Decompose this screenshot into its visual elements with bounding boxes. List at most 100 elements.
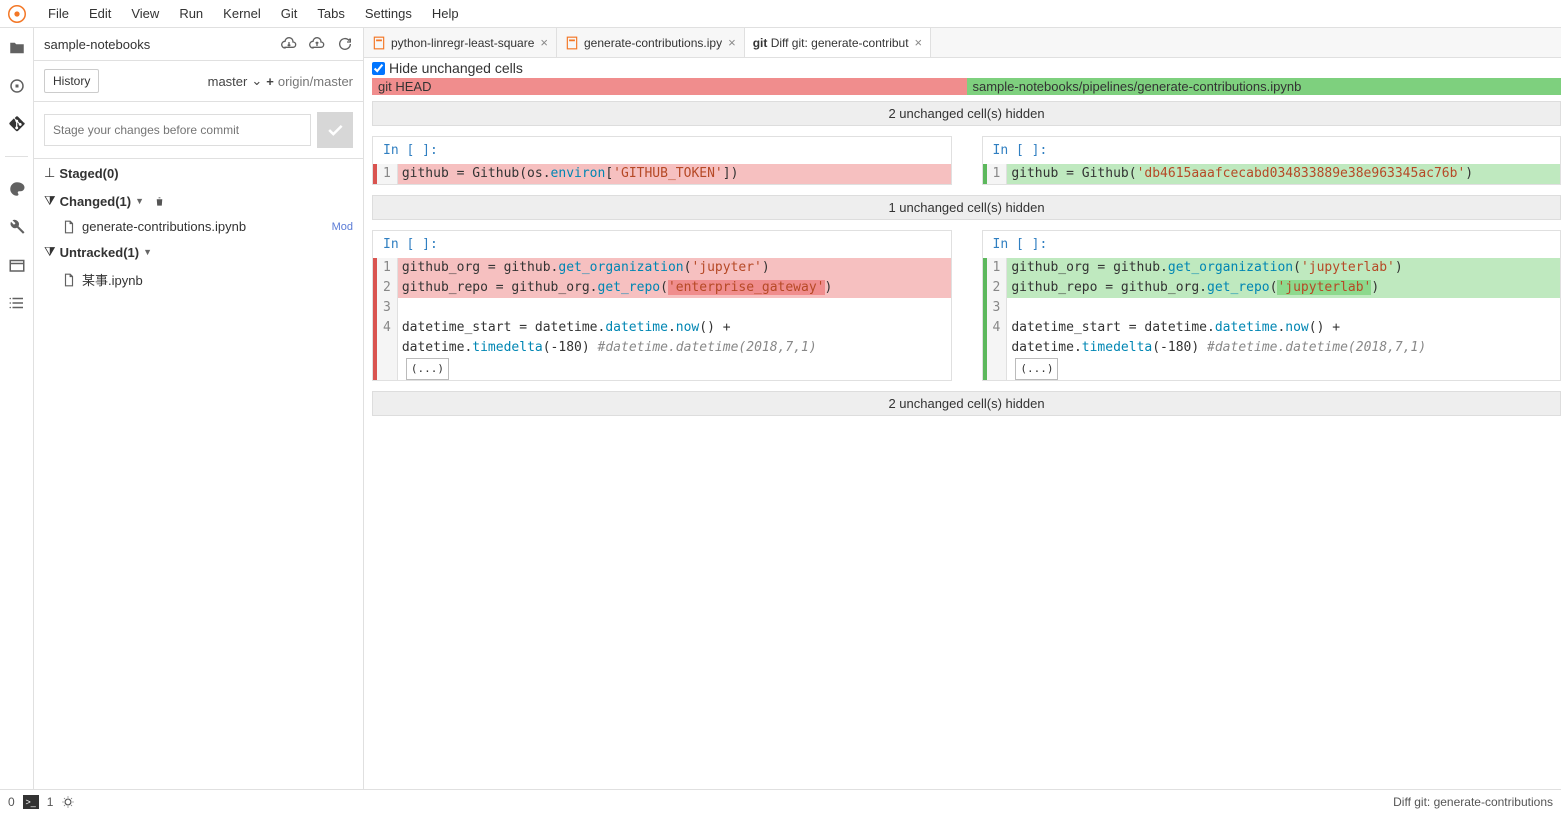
line-number: 1	[383, 258, 391, 278]
filter-icon: ⧩	[44, 244, 56, 260]
expand-dots[interactable]: (...)	[1015, 358, 1058, 380]
changed-filename: generate-contributions.ipynb	[82, 219, 332, 234]
wrench-icon[interactable]	[7, 217, 27, 237]
tab-1[interactable]: generate-contributions.ipy ×	[557, 28, 745, 57]
diff-content: Hide unchanged cells git HEAD sample-not…	[364, 58, 1561, 789]
running-icon[interactable]	[7, 76, 27, 96]
tab-2-active[interactable]: git Diff git: generate-contribut ×	[745, 28, 931, 57]
commit-row	[34, 102, 363, 159]
tabs-icon[interactable]	[7, 255, 27, 275]
tab-0[interactable]: python-linregr-least-square ×	[364, 28, 557, 57]
terminal-icon[interactable]: >_	[23, 795, 39, 809]
check-icon	[325, 120, 345, 140]
untracked-file-row[interactable]: 某事.ipynb	[34, 266, 363, 293]
mod-badge: Mod	[332, 221, 353, 233]
diff-cell-left: In [ ]: 1 2 3 4 github_org = github.get_…	[372, 230, 952, 381]
menu-kernel[interactable]: Kernel	[213, 2, 271, 25]
untracked-section[interactable]: ⧩ Untracked(1) ▼	[34, 238, 363, 266]
cloud-up-icon[interactable]	[309, 36, 325, 52]
hide-unchanged-row: Hide unchanged cells	[372, 58, 1561, 78]
refresh-icon[interactable]	[337, 36, 353, 52]
file-icon	[62, 273, 76, 287]
tab-label: python-linregr-least-square	[391, 36, 534, 50]
tab-label: git Diff git: generate-contribut	[753, 36, 909, 50]
kernel-icon[interactable]	[61, 795, 75, 809]
diff-cell-right: In [ ]: 1 2 3 4 github_org = github.get_…	[982, 230, 1561, 381]
cloud-down-icon[interactable]	[281, 36, 297, 52]
list-icon[interactable]	[7, 293, 27, 313]
line-number: 2	[383, 278, 391, 298]
code-block: github_org = github.get_organization('ju…	[398, 258, 951, 380]
palette-icon[interactable]	[7, 179, 27, 199]
menu-file[interactable]: File	[38, 2, 79, 25]
chevron-down-icon: ⌄	[251, 73, 262, 89]
changed-section[interactable]: ⧩ Changed(1) ▼	[34, 187, 363, 215]
status-bar: 0 >_ 1 Diff git: generate-contributions	[0, 789, 1561, 813]
remote-branch: origin/master	[278, 74, 353, 89]
history-tab[interactable]: History	[44, 69, 99, 93]
line-number: 1	[383, 164, 391, 184]
sidebar-tabs: History master ⌄ + origin/master	[34, 61, 363, 102]
menu-settings[interactable]: Settings	[355, 2, 422, 25]
commit-button[interactable]	[317, 112, 353, 148]
diff-cell-pair: In [ ]: 1 github = Github(os.environ['GI…	[372, 136, 1561, 185]
untracked-label: Untracked(1)	[60, 245, 139, 260]
chevron-down-icon: ▼	[143, 247, 152, 257]
folder-icon[interactable]	[7, 38, 27, 58]
staged-section[interactable]: ⊥ Staged(0)	[34, 159, 363, 187]
code-block: github = Github('db4615aaafcecabd0348338…	[1007, 164, 1560, 184]
menu-tabs[interactable]: Tabs	[307, 2, 354, 25]
staged-label: Staged(0)	[59, 166, 118, 181]
changed-file-row[interactable]: generate-contributions.ipynb Mod	[34, 215, 363, 238]
tab-bar: python-linregr-least-square × generate-c…	[364, 28, 1561, 58]
divider	[5, 156, 28, 157]
notebook-icon	[372, 36, 386, 50]
hidden-cells-bar[interactable]: 1 unchanged cell(s) hidden	[372, 195, 1561, 220]
menu-run[interactable]: Run	[169, 2, 213, 25]
line-number	[383, 338, 391, 358]
line-number	[993, 338, 1001, 358]
expand-dots[interactable]: (...)	[406, 358, 449, 380]
code-block: github_org = github.get_organization('ju…	[1007, 258, 1560, 380]
line-number: 4	[383, 318, 391, 338]
trash-icon[interactable]	[154, 195, 165, 208]
close-icon[interactable]: ×	[540, 35, 548, 50]
menu-view[interactable]: View	[121, 2, 169, 25]
git-sidebar: sample-notebooks History master ⌄ + orig…	[34, 28, 364, 789]
main-area: python-linregr-least-square × generate-c…	[364, 28, 1561, 789]
line-number: 1	[993, 164, 1001, 184]
close-icon[interactable]: ×	[915, 35, 923, 50]
git-icon[interactable]	[7, 114, 27, 134]
menu-edit[interactable]: Edit	[79, 2, 121, 25]
diff-cell-pair: In [ ]: 1 2 3 4 github_org = github.get_…	[372, 230, 1561, 381]
hide-unchanged-checkbox[interactable]	[372, 62, 385, 75]
pin-icon: ⊥	[44, 165, 55, 181]
line-number	[993, 358, 1001, 378]
diff-cell-left: In [ ]: 1 github = Github(os.environ['GI…	[372, 136, 952, 185]
jupyter-logo-icon	[8, 5, 26, 23]
sidebar-header: sample-notebooks	[34, 28, 363, 61]
hide-unchanged-label: Hide unchanged cells	[389, 60, 523, 76]
line-number: 4	[993, 318, 1001, 338]
line-number: 3	[993, 298, 1001, 318]
changed-label: Changed(1)	[60, 194, 132, 209]
hidden-cells-bar[interactable]: 2 unchanged cell(s) hidden	[372, 101, 1561, 126]
local-branch: master	[208, 74, 248, 89]
diff-cell-right: In [ ]: 1 github = Github('db4615aaafcec…	[982, 136, 1561, 185]
chevron-down-icon: ▼	[135, 196, 144, 206]
status-count-1: 1	[47, 795, 54, 809]
commit-message-input[interactable]	[44, 114, 311, 146]
cell-prompt: In [ ]:	[373, 137, 951, 164]
branch-selector[interactable]: master ⌄ + origin/master	[208, 73, 353, 89]
hidden-cells-bar[interactable]: 2 unchanged cell(s) hidden	[372, 391, 1561, 416]
diff-banner-left: git HEAD	[372, 78, 967, 95]
file-icon	[62, 220, 76, 234]
close-icon[interactable]: ×	[728, 35, 736, 50]
diff-banners: git HEAD sample-notebooks/pipelines/gene…	[372, 78, 1561, 95]
untracked-filename: 某事.ipynb	[82, 270, 353, 289]
diff-banner-right: sample-notebooks/pipelines/generate-cont…	[967, 78, 1561, 95]
cell-prompt: In [ ]:	[983, 137, 1561, 164]
menu-git[interactable]: Git	[271, 2, 308, 25]
cell-prompt: In [ ]:	[373, 231, 951, 258]
menu-help[interactable]: Help	[422, 2, 469, 25]
